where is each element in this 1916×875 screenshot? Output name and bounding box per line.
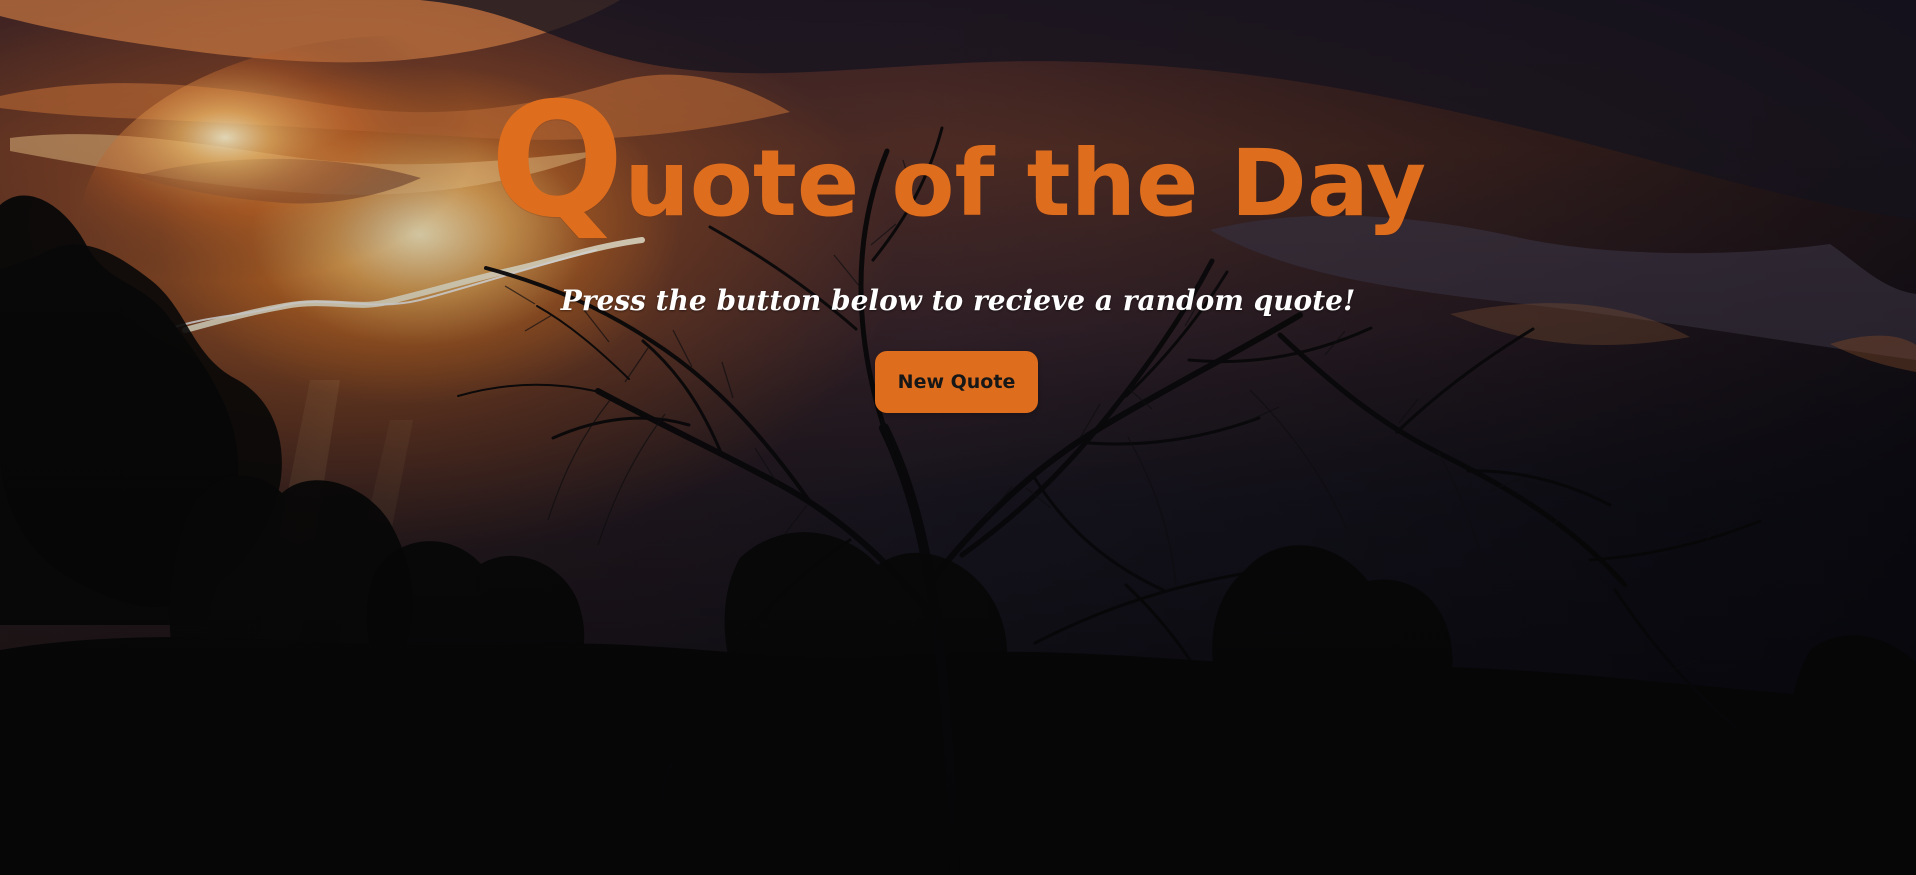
quote-page: Quote of the Day Press the button below …: [0, 0, 1916, 875]
page-title: Quote of the Day: [0, 82, 1916, 240]
title-remaining-text: uote of the Day: [624, 130, 1427, 237]
instruction-text: Press the button below to recieve a rand…: [560, 284, 1356, 317]
title-initial-letter: Q: [489, 69, 625, 253]
new-quote-button[interactable]: New Quote: [875, 351, 1038, 413]
